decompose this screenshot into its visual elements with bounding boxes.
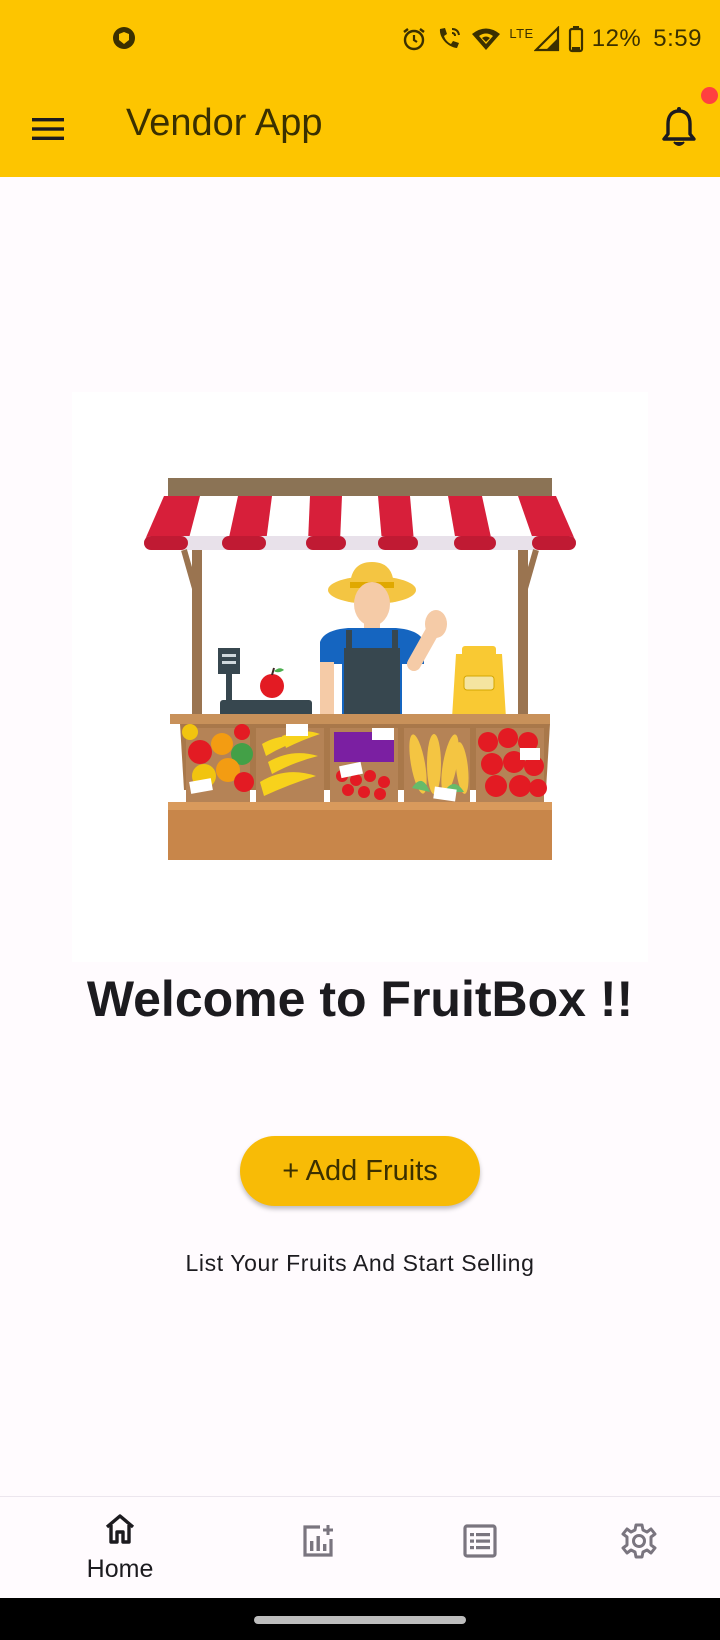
alarm-icon: [403, 28, 426, 51]
nav-label-home: Home: [86, 1555, 154, 1583]
vpn-icon: [113, 27, 135, 49]
add-fruits-button[interactable]: + Add Fruits: [240, 1136, 480, 1206]
notification-badge: [701, 87, 718, 104]
nav-item-analytics[interactable]: [230, 1497, 410, 1599]
welcome-heading: Welcome to FruitBox !!: [86, 971, 634, 1027]
wifi-icon: [472, 28, 501, 50]
settings-icon: [621, 1523, 657, 1559]
app-bar: Vendor App: [0, 78, 720, 177]
home-gesture-handle[interactable]: [254, 1616, 466, 1624]
bottom-navigation: Home: [0, 1496, 720, 1599]
system-navigation-bar: [0, 1598, 720, 1640]
network-type: LTE: [509, 26, 534, 41]
wifi-calling-icon: [440, 28, 461, 48]
clock: 5:59: [653, 25, 702, 52]
app-title: Vendor App: [126, 102, 323, 144]
vendor-figure: [320, 562, 447, 722]
fruit-stall-illustration: [72, 392, 648, 962]
nav-item-settings[interactable]: [550, 1497, 720, 1599]
analytics-add-icon: [303, 1525, 333, 1557]
list-icon: [463, 1524, 497, 1558]
nav-item-list[interactable]: [390, 1497, 570, 1599]
status-bar: LTE 12% 5:59: [0, 0, 720, 78]
subtitle-text: List Your Fruits And Start Selling: [185, 1250, 535, 1276]
home-icon: [105, 1514, 135, 1544]
nav-item-home[interactable]: Home: [30, 1497, 210, 1599]
awning: [144, 496, 576, 550]
battery-icon: [568, 26, 583, 53]
signal-icon: [533, 26, 559, 52]
menu-icon[interactable]: [28, 109, 68, 149]
notification-bell-icon[interactable]: [656, 105, 702, 151]
fruit-crates: [180, 724, 550, 802]
battery-percent: 12%: [591, 25, 642, 52]
